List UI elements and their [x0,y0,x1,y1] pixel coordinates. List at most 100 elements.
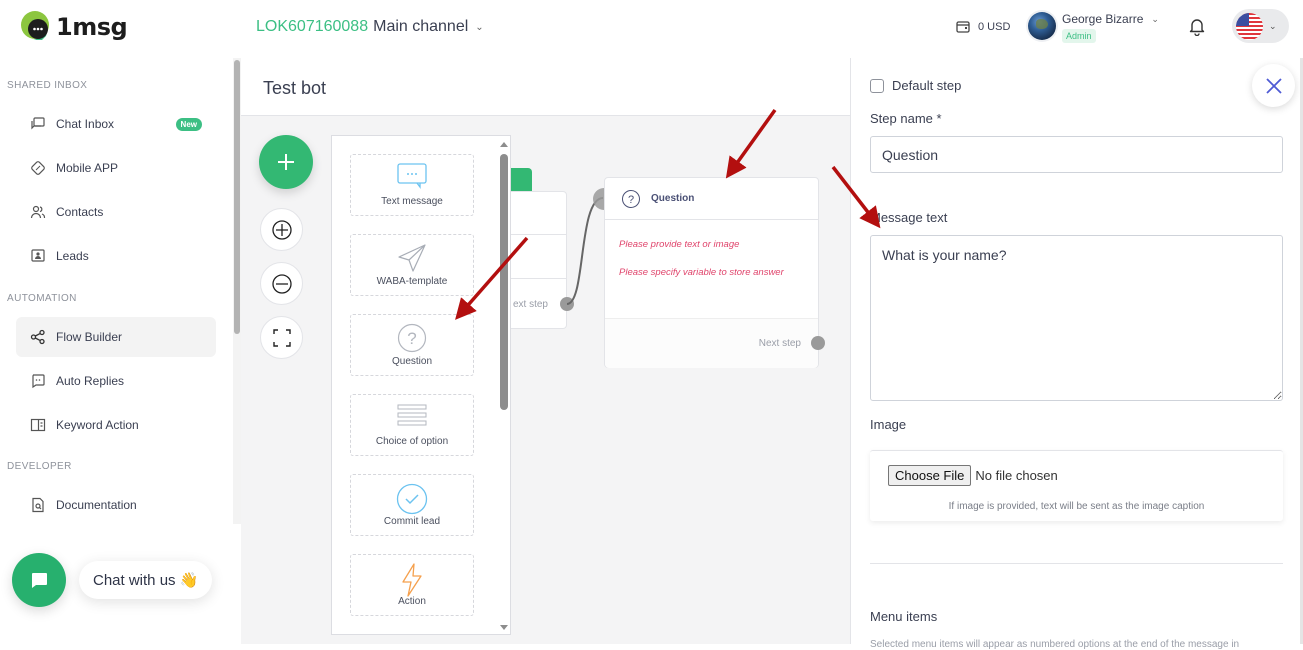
zoom-out-icon [271,273,292,294]
chat-with-us-label[interactable]: Chat with us 👋 [79,561,213,599]
palette-item-waba-template[interactable]: WABA-template [350,234,474,296]
fit-view-button[interactable] [260,316,303,359]
channel-selector[interactable]: LOK607160088 Main channel ⌄ [256,18,484,36]
chevron-down-icon: ⌄ [1269,20,1277,31]
user-role-badge: Admin [1062,29,1096,43]
scroll-up-arrow-icon[interactable] [500,142,508,147]
flow-builder-icon [30,329,46,345]
sidebar-item-leads[interactable]: Leads [16,236,216,276]
balance-amount: 0 USD [978,20,1011,33]
sidebar-item-mobile-app[interactable]: Mobile APP [16,148,216,188]
default-step-label: Default step [892,78,962,93]
node-title: Question [651,193,695,204]
palette-item-label: Question [391,356,433,367]
new-badge: New [175,117,202,131]
message-text-label: Message text [870,210,948,225]
next-step-label: Next step [758,338,801,349]
close-panel-button[interactable] [1252,64,1295,107]
keyword-action-icon [30,417,46,433]
svg-text:?: ? [628,194,634,206]
flow-node-question[interactable]: ? Question Please provide text or image … [604,177,819,368]
bell-icon [1189,19,1205,37]
zoom-out-button[interactable] [260,262,303,305]
wallet-icon [956,21,970,33]
palette-item-commit-lead[interactable]: Commit lead [350,474,474,536]
sidebar-item-label: Flow Builder [56,330,123,344]
palette-item-choice-of-option[interactable]: Choice of option [350,394,474,456]
menu-items-hint: Selected menu items will appear as numbe… [870,639,1240,650]
image-upload-card: Choose File No file chosen If image is p… [870,450,1283,521]
step-name-input[interactable] [870,136,1283,173]
user-name: George Bizarre [1062,12,1144,26]
default-step-checkbox[interactable]: Default step [870,78,961,93]
palette-item-label: Text message [381,196,443,207]
choose-file-button[interactable]: Choose File [888,465,972,486]
scroll-down-arrow-icon[interactable] [500,625,508,630]
add-step-button[interactable] [259,135,313,189]
checkbox[interactable] [870,78,884,93]
palette-item-action[interactable]: Action [350,554,474,616]
palette-item-label: WABA-template [376,276,448,287]
next-step-label: ext step [512,299,548,310]
chevron-down-icon: ⌄ [475,21,484,33]
node-error: Please provide text or image [619,239,740,250]
chat-inbox-icon [30,116,46,132]
us-flag-icon [1236,12,1263,40]
sidebar-section-label: DEVELOPER [7,461,72,472]
sidebar-item-auto-replies[interactable]: Auto Replies [16,361,216,401]
contacts-icon [30,204,46,220]
palette-item-question[interactable]: ? Question [350,314,474,376]
zoom-in-icon [271,219,292,240]
chat-bubble-icon [32,573,47,588]
sidebar-item-flow-builder[interactable]: Flow Builder [16,317,216,357]
palette-item-text-message[interactable]: Text message [350,154,474,216]
sidebar-item-contacts[interactable]: Contacts [16,192,216,232]
sidebar-item-chat-inbox[interactable]: Chat Inbox New [16,104,216,144]
flow-canvas[interactable]: Test bot ext step ? Question Please prov… [241,58,850,644]
chevron-down-icon: ⌄ [1151,13,1159,24]
text-message-icon [397,163,427,189]
sidebar-item-keyword-action[interactable]: Keyword Action [16,405,216,445]
image-label: Image [870,417,907,432]
avatar [1028,12,1056,40]
step-settings-panel: Default step Step name * Message text Wh… [850,58,1303,650]
question-icon: ? [397,323,427,353]
sidebar-item-label: Keyword Action [56,418,139,432]
check-circle-icon [396,483,428,515]
logo[interactable]: 1msg [20,10,128,44]
sidebar-scrollbar-thumb[interactable] [234,60,240,334]
node-error: Please specify variable to store answer [619,267,784,278]
title-bar: Test bot [241,58,850,116]
sidebar-scrollbar[interactable] [233,58,241,524]
leads-icon [30,248,46,264]
logo-text: 1msg [56,13,128,41]
channel-name: Main channel [373,18,469,35]
chat-widget-button[interactable] [12,553,66,607]
list-icon [397,404,427,426]
notifications-button[interactable] [1187,16,1207,41]
message-text-input[interactable]: What is your name? [870,235,1283,401]
sidebar-item-label: Documentation [56,498,137,512]
user-menu[interactable]: George Bizarre ⌄ Admin [1028,12,1159,44]
auto-replies-icon [30,373,46,389]
palette-scrollbar-thumb[interactable] [500,154,508,410]
palette-item-label: Choice of option [375,436,449,447]
balance[interactable]: 0 USD [956,20,1010,33]
sidebar-item-documentation[interactable]: Documentation [16,485,216,525]
flow-node-previous[interactable]: ext step [511,191,567,329]
sidebar-item-label: Auto Replies [56,374,125,388]
menu-items-label: Menu items [870,609,938,624]
language-selector[interactable]: ⌄ [1232,9,1289,43]
file-status: No file chosen [975,468,1058,483]
palette-scrollbar[interactable] [496,136,510,634]
palette-item-label: Action [398,596,426,607]
zoom-in-button[interactable] [260,208,303,251]
step-palette: Text message WABA-template ? Question Ch… [331,135,511,635]
top-bar: 1msg LOK607160088 Main channel ⌄ 0 USD G… [0,0,1303,58]
divider [870,563,1283,564]
channel-id: LOK607160088 [256,18,369,35]
logo-icon [21,11,49,40]
output-port[interactable] [811,336,825,350]
output-port[interactable] [560,297,574,311]
sidebar-item-label: Mobile APP [56,161,119,175]
